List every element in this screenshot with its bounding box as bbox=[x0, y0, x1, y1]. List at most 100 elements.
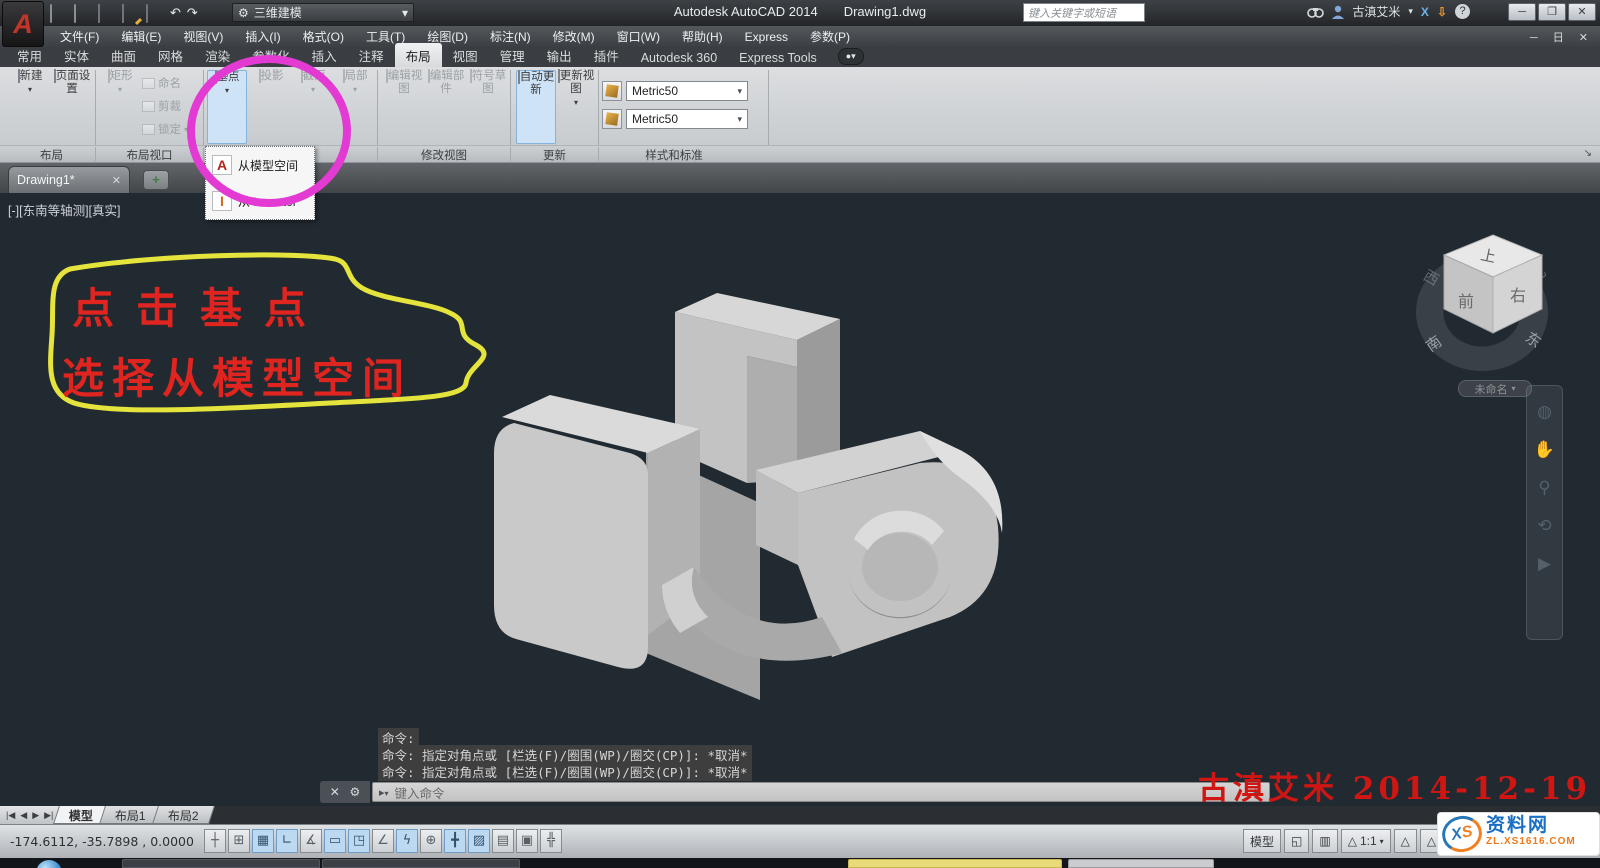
tab-autodesk360[interactable]: Autodesk 360 bbox=[630, 48, 728, 67]
drawing-file-tab[interactable]: Drawing1* ✕ bbox=[8, 166, 130, 193]
signin-user-name[interactable]: 古滇艾米 bbox=[1352, 3, 1400, 20]
help-icon[interactable]: ? bbox=[1455, 4, 1470, 19]
section-view-button[interactable]: 截面 ▾ bbox=[293, 70, 333, 144]
annotation-visibility-icon[interactable]: △ bbox=[1394, 829, 1417, 853]
viewport-named-button[interactable]: 命名 bbox=[142, 75, 181, 91]
page-setup-button[interactable]: 页面设置 bbox=[52, 70, 92, 144]
zoom-icon[interactable]: ⚲ bbox=[1538, 478, 1550, 498]
pan-hand-icon[interactable]: ✋ bbox=[1534, 440, 1555, 460]
style-combo-2[interactable]: Metric50▾ bbox=[626, 109, 748, 129]
steering-wheel-icon[interactable]: ◍ bbox=[1537, 402, 1552, 422]
start-orb[interactable] bbox=[36, 860, 62, 868]
showmotion-icon[interactable]: ▶ bbox=[1538, 554, 1551, 574]
prev-tab-icon[interactable]: ◀ bbox=[18, 810, 29, 821]
first-tab-icon[interactable]: |◀ bbox=[4, 810, 17, 821]
menu-parametric[interactable]: 参数(P) bbox=[800, 26, 860, 47]
close-button[interactable]: ✕ bbox=[1568, 3, 1596, 21]
dynamic-ucs-toggle[interactable]: ϟ bbox=[396, 829, 418, 853]
annotation-scale-button[interactable]: △ 1:1 ▾ bbox=[1341, 829, 1391, 853]
tab-solid[interactable]: 实体 bbox=[53, 43, 100, 67]
quick-view-layouts-icon[interactable]: ▥ bbox=[1312, 829, 1337, 853]
tab-surface[interactable]: 曲面 bbox=[100, 43, 147, 67]
tab-mesh[interactable]: 网格 bbox=[147, 43, 194, 67]
polar-tracking-toggle[interactable]: ∡ bbox=[300, 829, 322, 853]
panel-expander-icon[interactable]: ↘ bbox=[1584, 148, 1592, 159]
dimension-style-icon[interactable] bbox=[602, 81, 622, 101]
windows-taskbar[interactable] bbox=[0, 858, 1600, 868]
tab-view[interactable]: 视图 bbox=[442, 43, 489, 67]
close-icon[interactable]: ✕ bbox=[330, 785, 340, 799]
taskbar-item-active[interactable] bbox=[848, 859, 1062, 868]
object-snap-tracking-toggle[interactable]: ∠ bbox=[372, 829, 394, 853]
annotation-monitor-toggle[interactable]: ╬ bbox=[540, 829, 562, 853]
tab-annotate[interactable]: 注释 bbox=[348, 43, 395, 67]
detail-view-button[interactable]: 局部 ▾ bbox=[335, 70, 375, 144]
tab-output[interactable]: 输出 bbox=[536, 43, 583, 67]
viewcube-cube[interactable]: 上 前 右 bbox=[1438, 233, 1548, 337]
save-as-icon[interactable] bbox=[122, 5, 140, 21]
minimize-button[interactable]: ─ bbox=[1508, 3, 1536, 21]
edit-view-button[interactable]: 编辑视图 bbox=[384, 70, 424, 144]
edit-components-button[interactable]: 编辑部件 bbox=[426, 70, 466, 144]
tab-layout2[interactable]: 布局2 bbox=[152, 806, 215, 824]
quick-view-drawings-icon[interactable]: ◱ bbox=[1284, 829, 1309, 853]
navigation-bar[interactable]: ◍ ✋ ⚲ ⟲ ▶ bbox=[1526, 385, 1563, 640]
menu-item-from-model-space[interactable]: A 从模型空间 bbox=[206, 147, 314, 183]
new-layout-button[interactable]: 新建 ▾ bbox=[10, 70, 50, 144]
exchange-apps-icon[interactable]: X bbox=[1421, 5, 1429, 19]
ribbon-display-toggle[interactable]: ●▾ bbox=[838, 48, 864, 65]
taskbar-item[interactable] bbox=[122, 859, 320, 868]
panel-update-label[interactable]: 更新 bbox=[511, 147, 598, 163]
tab-parametric[interactable]: 参数化 bbox=[241, 43, 301, 67]
viewport-clip-button[interactable]: 剪裁 bbox=[142, 98, 181, 114]
3d-object-snap-toggle[interactable]: ◳ bbox=[348, 829, 370, 853]
tab-express-tools[interactable]: Express Tools bbox=[728, 48, 828, 67]
viewcube[interactable]: 南 东 西 北 上 前 右 未命名▾ bbox=[1398, 225, 1588, 410]
drawing-canvas[interactable]: [-][东南等轴测][真实] bbox=[0, 193, 1600, 806]
command-window-grip[interactable]: ✕ ⚙ bbox=[320, 781, 370, 803]
viewport-rectangular-button[interactable]: 矩形 ▾ bbox=[100, 70, 140, 144]
open-file-icon[interactable] bbox=[74, 5, 92, 21]
orbit-icon[interactable]: ⟲ bbox=[1537, 516, 1551, 536]
transparency-toggle[interactable]: ▨ bbox=[468, 829, 490, 853]
panel-viewports-label[interactable]: 布局视口 bbox=[96, 147, 203, 163]
dynamic-input-toggle[interactable]: ⊕ bbox=[420, 829, 442, 853]
taskbar-item[interactable] bbox=[322, 859, 520, 868]
save-icon[interactable] bbox=[98, 5, 116, 21]
autodesk360-sync-icon[interactable]: ⇩ bbox=[1437, 5, 1447, 19]
tab-insert[interactable]: 插入 bbox=[301, 43, 348, 67]
document-window-controls[interactable]: ─ 日 ✕ bbox=[1530, 29, 1594, 45]
projected-view-button[interactable]: 投影 bbox=[251, 70, 291, 144]
undo-icon[interactable]: ↶ bbox=[170, 4, 181, 22]
close-tab-icon[interactable]: ✕ bbox=[112, 174, 121, 187]
auto-update-button[interactable]: 自动更新 bbox=[516, 70, 556, 144]
tab-manage[interactable]: 管理 bbox=[489, 43, 536, 67]
tab-layout[interactable]: 布局 bbox=[395, 43, 442, 67]
taskbar-item[interactable] bbox=[1068, 859, 1214, 868]
layout-tab-nav[interactable]: |◀ ◀ ▶ ▶| bbox=[0, 806, 60, 824]
workspace-dropdown[interactable]: ⚙ 三维建模 ▾ bbox=[232, 3, 414, 22]
search-binoculars-icon[interactable] bbox=[1307, 6, 1324, 18]
viewport-controls[interactable]: [-][东南等轴测][真实] bbox=[8, 200, 121, 219]
object-snap-toggle[interactable]: ▭ bbox=[324, 829, 346, 853]
panel-styles-label[interactable]: 样式和标准 bbox=[599, 147, 749, 163]
application-menu-button[interactable]: A bbox=[2, 1, 44, 47]
redo-icon[interactable]: ↷ bbox=[187, 4, 198, 22]
grid-display-toggle[interactable]: ▦ bbox=[252, 829, 274, 853]
restore-button[interactable]: ❐ bbox=[1538, 3, 1566, 21]
quick-properties-toggle[interactable]: ▤ bbox=[492, 829, 514, 853]
new-drawing-tab-button[interactable]: + bbox=[143, 170, 169, 190]
menu-help[interactable]: 帮助(H) bbox=[672, 26, 733, 47]
panel-modifyview-label[interactable]: 修改视图 bbox=[378, 147, 510, 163]
model-space-button[interactable]: 模型 bbox=[1243, 829, 1281, 853]
menu-express[interactable]: Express bbox=[735, 28, 798, 46]
base-view-button[interactable]: 基点 ▾ bbox=[207, 70, 247, 144]
next-tab-icon[interactable]: ▶ bbox=[30, 810, 41, 821]
infer-constraints-toggle[interactable]: ┼ bbox=[204, 829, 226, 853]
snap-mode-toggle[interactable]: ⊞ bbox=[228, 829, 250, 853]
command-input[interactable]: ▸▾ 键入命令 bbox=[372, 782, 1270, 802]
selection-cycling-toggle[interactable]: ▣ bbox=[516, 829, 538, 853]
new-file-icon[interactable] bbox=[50, 5, 68, 21]
tab-plugins[interactable]: 插件 bbox=[583, 43, 630, 67]
text-style-icon[interactable] bbox=[602, 109, 622, 129]
